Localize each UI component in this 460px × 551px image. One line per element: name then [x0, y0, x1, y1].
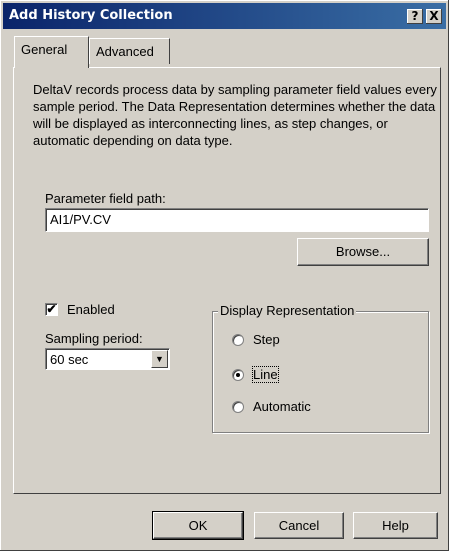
- tab-general-label: General: [21, 42, 68, 57]
- sampling-period-label: Sampling period:: [45, 331, 143, 346]
- help-button[interactable]: Help: [353, 512, 438, 539]
- tab-advanced-label: Advanced: [96, 44, 154, 59]
- cancel-button-label: Cancel: [278, 518, 320, 533]
- tab-advanced[interactable]: Advanced: [89, 38, 170, 64]
- parameter-field-label: Parameter field path:: [45, 191, 166, 206]
- add-history-collection-dialog: Add History Collection ? X General Advan…: [0, 0, 449, 551]
- help-icon[interactable]: ?: [407, 9, 423, 24]
- radio-automatic[interactable]: [232, 401, 244, 413]
- display-representation-legend: Display Representation: [218, 303, 357, 318]
- display-representation-group: [212, 311, 429, 433]
- sampling-period-value: 60 sec: [50, 352, 89, 367]
- enabled-checkbox[interactable]: ✔: [45, 303, 58, 316]
- radio-step-label: Step: [253, 332, 280, 347]
- parameter-field-value: AI1/PV.CV: [50, 212, 111, 227]
- browse-button[interactable]: Browse...: [297, 238, 429, 266]
- radio-automatic-label: Automatic: [253, 399, 311, 414]
- browse-button-label: Browse...: [335, 244, 391, 259]
- sampling-period-select[interactable]: 60 sec ▼: [45, 348, 170, 370]
- radio-selected-dot: [236, 373, 240, 377]
- tab-general[interactable]: General: [14, 36, 89, 68]
- help-button-label: Help: [382, 518, 409, 533]
- description-text: DeltaV records process data by sampling …: [33, 82, 437, 148]
- chevron-down-icon[interactable]: ▼: [151, 350, 168, 368]
- title-bar[interactable]: Add History Collection ? X: [3, 3, 446, 29]
- radio-step[interactable]: [232, 334, 244, 346]
- cancel-button[interactable]: Cancel: [254, 512, 344, 539]
- parameter-field-input[interactable]: AI1/PV.CV: [45, 208, 429, 232]
- ok-button[interactable]: OK: [152, 511, 244, 540]
- close-icon[interactable]: X: [426, 9, 442, 24]
- radio-line[interactable]: [232, 369, 244, 381]
- ok-button-label: OK: [188, 518, 208, 533]
- window-title: Add History Collection: [9, 8, 173, 23]
- enabled-label: Enabled: [67, 302, 115, 317]
- radio-line-label: Line: [252, 366, 279, 383]
